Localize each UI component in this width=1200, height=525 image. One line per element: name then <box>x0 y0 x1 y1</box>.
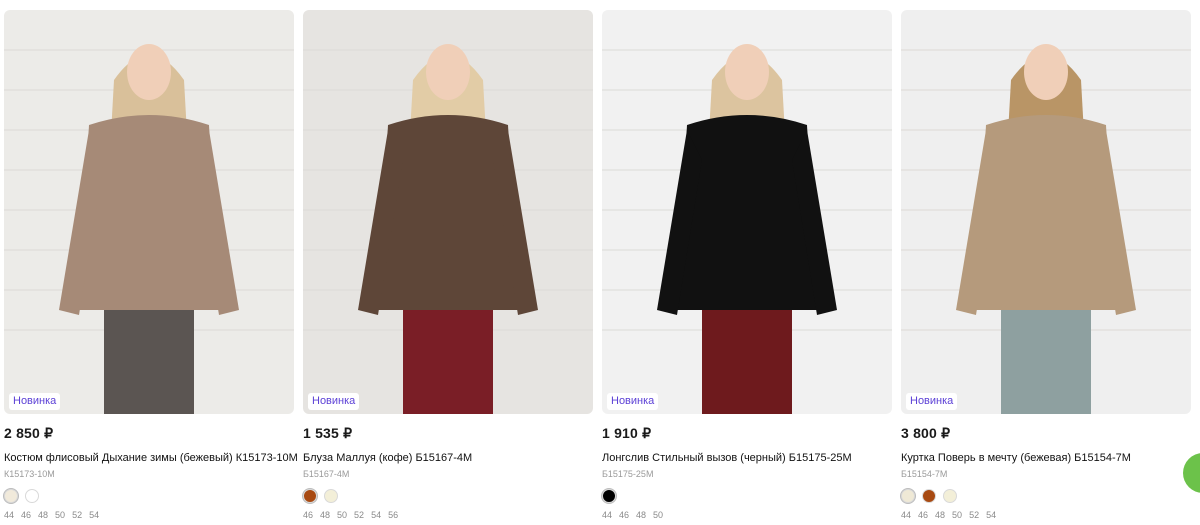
product-card[interactable]: Новинка 1 910 ₽ Лонгслив Стильный вызов … <box>602 10 892 525</box>
product-sku: К15173-10М <box>4 469 55 479</box>
color-swatches <box>901 489 1191 503</box>
size-option[interactable]: 44 <box>4 510 14 520</box>
size-option[interactable]: 46 <box>619 510 629 520</box>
size-option[interactable]: 46 <box>303 510 313 520</box>
size-option[interactable]: 54 <box>89 510 99 520</box>
product-card[interactable]: Новинка 1 535 ₽ Блуза Маллуя (кофе) Б151… <box>303 10 593 525</box>
product-photo-art <box>303 10 593 414</box>
product-photo-art <box>4 10 294 414</box>
size-list: 44 46 48 50 <box>602 510 892 520</box>
product-name-link[interactable]: Лонгслив Стильный вызов (черный) Б15175-… <box>602 451 892 465</box>
size-option[interactable]: 44 <box>602 510 612 520</box>
product-price: 1 910 ₽ <box>602 425 652 441</box>
product-sku: Б15175-25М <box>602 469 654 479</box>
size-option[interactable]: 44 <box>901 510 911 520</box>
size-option[interactable]: 48 <box>320 510 330 520</box>
size-option[interactable]: 48 <box>636 510 646 520</box>
product-name-link[interactable]: Куртка Поверь в мечту (бежевая) Б15154-7… <box>901 451 1191 465</box>
product-photo-art <box>901 10 1191 414</box>
product-name-link[interactable]: Блуза Маллуя (кофе) Б15167-4М <box>303 451 593 465</box>
size-option[interactable]: 50 <box>952 510 962 520</box>
new-badge: Новинка <box>9 393 61 410</box>
product-sku: Б15167-4М <box>303 469 350 479</box>
new-badge: Новинка <box>308 393 360 410</box>
size-option[interactable]: 48 <box>38 510 48 520</box>
color-swatch[interactable] <box>303 489 317 503</box>
color-swatch[interactable] <box>943 489 957 503</box>
size-option[interactable]: 50 <box>653 510 663 520</box>
size-option[interactable]: 52 <box>354 510 364 520</box>
size-option[interactable]: 50 <box>337 510 347 520</box>
color-swatches <box>4 489 294 503</box>
size-option[interactable]: 54 <box>986 510 996 520</box>
color-swatch[interactable] <box>4 489 18 503</box>
color-swatch[interactable] <box>901 489 915 503</box>
size-list: 44 46 48 50 52 54 <box>901 510 1191 520</box>
color-swatch[interactable] <box>922 489 936 503</box>
size-list: 46 48 50 52 54 56 <box>303 510 593 520</box>
product-sku: Б15154-7М <box>901 469 948 479</box>
product-grid: Новинка 2 850 ₽ Костюм флисовый Дыхание … <box>0 0 1200 525</box>
color-swatches <box>602 489 892 503</box>
product-price: 3 800 ₽ <box>901 425 951 441</box>
size-option[interactable]: 52 <box>72 510 82 520</box>
product-photo[interactable]: Новинка <box>602 10 892 414</box>
size-option[interactable]: 52 <box>969 510 979 520</box>
new-badge: Новинка <box>906 393 958 410</box>
size-option[interactable]: 56 <box>388 510 398 520</box>
size-option[interactable]: 48 <box>935 510 945 520</box>
product-photo-art <box>602 10 892 414</box>
color-swatch[interactable] <box>324 489 338 503</box>
product-card[interactable]: Новинка 2 850 ₽ Костюм флисовый Дыхание … <box>4 10 298 525</box>
size-list: 44 46 48 50 52 54 <box>4 510 294 520</box>
size-option[interactable]: 46 <box>21 510 31 520</box>
color-swatch[interactable] <box>25 489 39 503</box>
color-swatches <box>303 489 593 503</box>
product-price: 1 535 ₽ <box>303 425 353 441</box>
color-swatch[interactable] <box>602 489 616 503</box>
product-name-link[interactable]: Костюм флисовый Дыхание зимы (бежевый) К… <box>4 451 298 465</box>
size-option[interactable]: 46 <box>918 510 928 520</box>
size-option[interactable]: 50 <box>55 510 65 520</box>
product-photo[interactable]: Новинка <box>901 10 1191 414</box>
product-photo[interactable]: Новинка <box>4 10 294 414</box>
product-price: 2 850 ₽ <box>4 425 54 441</box>
product-photo[interactable]: Новинка <box>303 10 593 414</box>
size-option[interactable]: 54 <box>371 510 381 520</box>
new-badge: Новинка <box>607 393 659 410</box>
product-card[interactable]: Новинка 3 800 ₽ Куртка Поверь в мечту (б… <box>901 10 1191 525</box>
